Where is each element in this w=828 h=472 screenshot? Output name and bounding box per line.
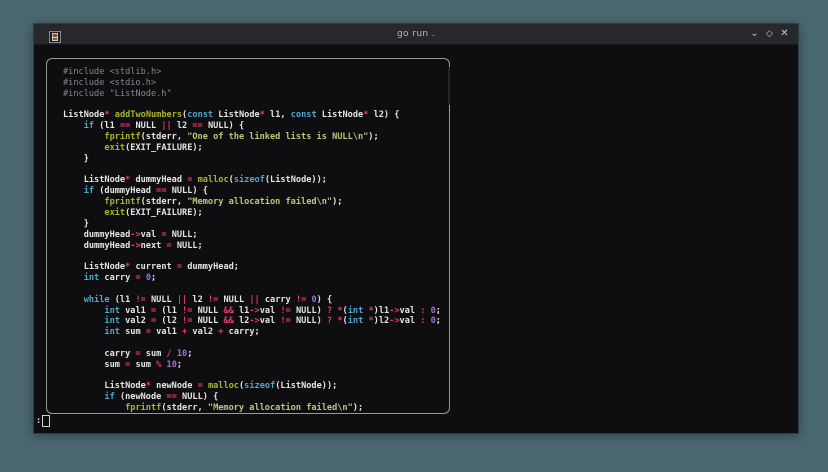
window-title: go run . xyxy=(34,29,798,39)
code-line: ListNode* dummyHead = malloc(sizeof(List… xyxy=(63,175,449,186)
text-cursor xyxy=(42,415,50,427)
code-line: int val1 = (l1 != NULL && l1->val != NUL… xyxy=(63,306,449,317)
code-line: int val2 = (l2 != NULL && l2->val != NUL… xyxy=(63,316,449,327)
code-line: #include <stdio.h> xyxy=(63,78,449,89)
code-line: } xyxy=(63,219,449,230)
scrollbar-thumb[interactable] xyxy=(448,67,450,105)
code-line: dummyHead->next = NULL; xyxy=(63,241,449,252)
code-line: #include <stdlib.h> xyxy=(63,67,449,78)
code-line: exit(EXIT_FAILURE); xyxy=(63,143,449,154)
close-icon[interactable]: ✕ xyxy=(777,24,792,44)
code-line: ListNode* addTwoNumbers(const ListNode* … xyxy=(63,110,449,121)
code-line: sum = sum % 10; xyxy=(63,360,449,371)
code-line: carry = sum / 10; xyxy=(63,349,449,360)
maximize-icon[interactable]: ◇ xyxy=(762,24,777,44)
code-line: #include "ListNode.h" xyxy=(63,89,449,100)
code-lines: #include <stdlib.h>#include <stdio.h>#in… xyxy=(63,67,449,414)
code-line xyxy=(63,100,449,111)
code-line: fprintf(stderr, "Memory allocation faile… xyxy=(63,403,449,414)
code-line: exit(EXIT_FAILURE); xyxy=(63,208,449,219)
code-line: while (l1 != NULL || l2 != NULL || carry… xyxy=(63,295,449,306)
code-line: fprintf(stderr, "Memory allocation faile… xyxy=(63,197,449,208)
code-line xyxy=(63,251,449,262)
terminal-content[interactable]: #include <stdlib.h>#include <stdio.h>#in… xyxy=(34,45,798,433)
vim-command-line: : xyxy=(36,415,50,427)
code-float-window: #include <stdlib.h>#include <stdio.h>#in… xyxy=(46,58,450,414)
code-line: dummyHead->val = NULL; xyxy=(63,230,449,241)
code-line: ListNode* current = dummyHead; xyxy=(63,262,449,273)
code-line: ListNode* newNode = malloc(sizeof(ListNo… xyxy=(63,381,449,392)
code-line: int sum = val1 + val2 + carry; xyxy=(63,327,449,338)
code-line xyxy=(63,284,449,295)
code-line: fprintf(stderr, "One of the linked lists… xyxy=(63,132,449,143)
code-line: } xyxy=(63,154,449,165)
minimize-icon[interactable]: ⌄ xyxy=(747,24,762,44)
window-titlebar[interactable]: go run . ⌄ ◇ ✕ xyxy=(34,24,798,45)
code-line xyxy=(63,371,449,382)
code-line xyxy=(63,338,449,349)
code-line: int carry = 0; xyxy=(63,273,449,284)
terminal-window: go run . ⌄ ◇ ✕ #include <stdlib.h>#inclu… xyxy=(33,23,799,434)
cmdline-prompt: : xyxy=(36,416,41,426)
code-line: if (dummyHead == NULL) { xyxy=(63,186,449,197)
code-line: if (l1 == NULL || l2 == NULL) { xyxy=(63,121,449,132)
window-controls: ⌄ ◇ ✕ xyxy=(747,24,792,44)
code-line xyxy=(63,165,449,176)
terminal-app-icon[interactable] xyxy=(49,28,61,40)
code-line: if (newNode == NULL) { xyxy=(63,392,449,403)
